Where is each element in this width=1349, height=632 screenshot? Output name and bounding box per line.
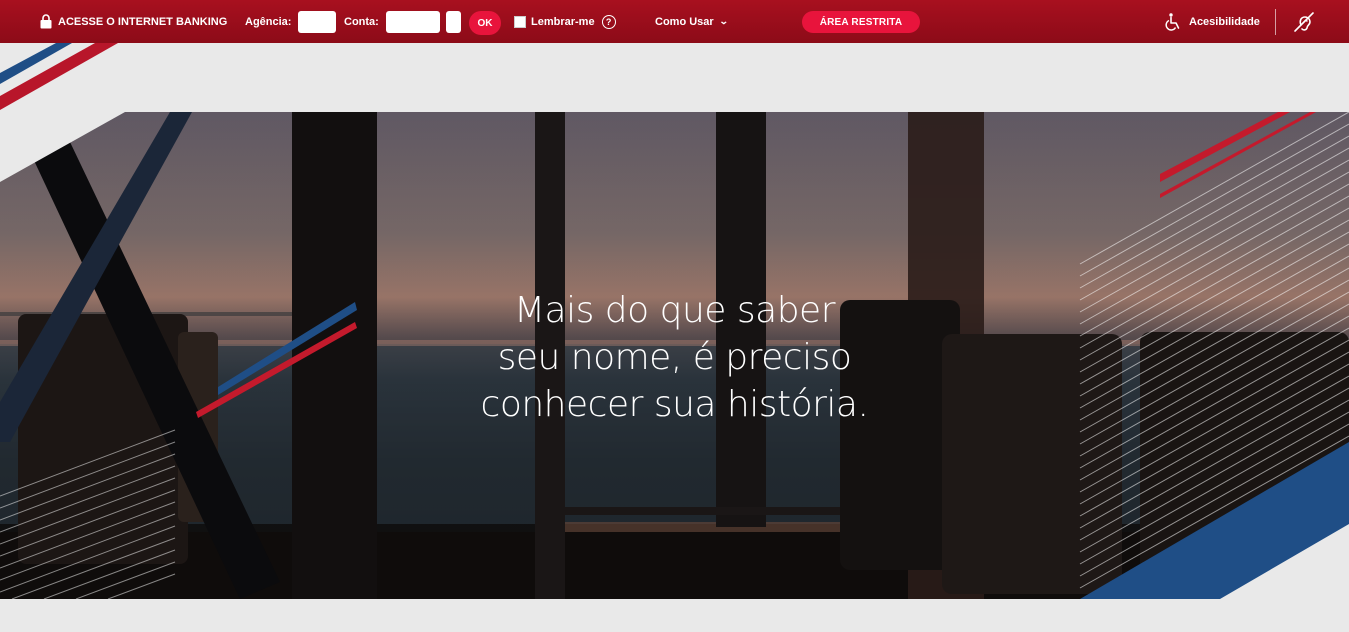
accessibility-label: Acesibilidade: [1189, 15, 1260, 28]
agency-label: Agência:: [245, 15, 292, 28]
account-digit-input[interactable]: [446, 11, 461, 33]
hearing-icon: [1294, 11, 1314, 32]
account-label: Conta:: [344, 15, 379, 28]
checkbox-box[interactable]: [514, 15, 526, 28]
headline-line-2: seu nome, é preciso: [497, 337, 852, 378]
accessibility-link[interactable]: Acesibilidade: [1165, 0, 1260, 43]
headline-line-3: conhecer sua história.: [480, 384, 869, 425]
internet-banking-label: ACESSE O INTERNET BANKING: [58, 15, 228, 28]
ok-button[interactable]: OK: [469, 11, 501, 35]
internet-banking-link[interactable]: ACESSE O INTERNET BANKING: [40, 0, 227, 43]
how-to-use-label: Como Usar: [655, 15, 714, 28]
accessibility-icon: [1165, 12, 1180, 31]
remember-me-label: Lembrar-me: [531, 15, 595, 28]
remember-me-checkbox[interactable]: Lembrar-me ?: [514, 0, 616, 43]
headline-line-1: Mais do que saber: [513, 290, 836, 331]
hero-headline: Mais do que saber seu nome, é preciso co…: [0, 287, 1349, 428]
agency-input[interactable]: [298, 11, 336, 33]
divider: [1275, 9, 1276, 35]
account-input[interactable]: [386, 11, 440, 33]
how-to-use-dropdown[interactable]: Como Usar ⌄: [655, 0, 729, 43]
top-bar: ACESSE O INTERNET BANKING Agência: Conta…: [0, 0, 1349, 43]
chevron-down-icon: ⌄: [718, 16, 729, 26]
hearing-accessibility-button[interactable]: [1292, 0, 1316, 43]
restricted-area-button[interactable]: ÁREA RESTRITA: [802, 11, 920, 33]
lock-icon: [40, 14, 52, 29]
help-icon[interactable]: ?: [601, 14, 616, 29]
hero-banner: Mais do que saber seu nome, é preciso co…: [0, 112, 1349, 599]
